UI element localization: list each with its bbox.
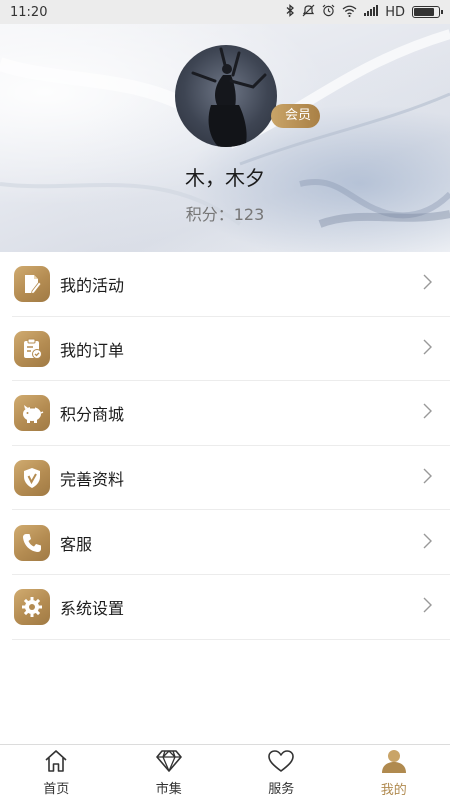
status-bar: 11:20 HD bbox=[0, 0, 450, 24]
status-icons: HD bbox=[286, 4, 443, 20]
nav-tab-market[interactable]: 市集 bbox=[113, 745, 226, 800]
chevron-right-icon bbox=[423, 339, 432, 359]
menu-item-label: 系统设置 bbox=[60, 599, 125, 619]
menu-item-label: 我的订单 bbox=[60, 340, 125, 360]
network-type: HD bbox=[385, 4, 405, 20]
order-icon bbox=[14, 330, 50, 367]
wifi-icon bbox=[342, 5, 357, 20]
menu-list: 我的活动 我的订单 积分商城 完善资料 客服 系统设置 bbox=[0, 252, 450, 640]
menu-item-complete-profile[interactable]: 完善资料 bbox=[0, 446, 450, 511]
alarm-icon bbox=[322, 4, 335, 20]
status-time: 11:20 bbox=[10, 4, 48, 20]
menu-item-label: 积分商城 bbox=[60, 405, 125, 425]
menu-item-label: 我的活动 bbox=[60, 276, 125, 296]
activity-icon bbox=[14, 266, 50, 303]
shield-check-icon bbox=[14, 460, 50, 497]
battery-icon bbox=[412, 6, 443, 18]
menu-item-my-activities[interactable]: 我的活动 bbox=[0, 252, 450, 317]
nav-label: 我的 bbox=[380, 782, 407, 798]
menu-item-customer-service[interactable]: 客服 bbox=[0, 510, 450, 575]
mute-icon bbox=[302, 4, 315, 20]
menu-item-system-settings[interactable]: 系统设置 bbox=[0, 575, 450, 640]
chevron-right-icon bbox=[423, 597, 432, 617]
menu-item-label: 完善资料 bbox=[60, 470, 125, 490]
menu-item-my-orders[interactable]: 我的订单 bbox=[0, 317, 450, 382]
nav-tab-home[interactable]: 首页 bbox=[0, 745, 113, 800]
chevron-right-icon bbox=[423, 403, 432, 423]
user-icon bbox=[380, 748, 408, 778]
heart-icon bbox=[267, 749, 295, 777]
profile-header: 会员 木，木夕 积分：123 bbox=[0, 24, 450, 252]
gear-icon bbox=[14, 589, 50, 626]
piggy-bank-icon bbox=[14, 395, 50, 432]
diamond-icon bbox=[155, 749, 183, 777]
user-name: 木，木夕 bbox=[185, 166, 265, 190]
dancer-photo bbox=[191, 47, 267, 147]
avatar[interactable] bbox=[175, 45, 277, 147]
menu-item-points-mall[interactable]: 积分商城 bbox=[0, 381, 450, 446]
menu-item-label: 客服 bbox=[60, 534, 93, 554]
nav-label: 首页 bbox=[43, 781, 70, 797]
home-icon bbox=[43, 749, 69, 777]
chevron-right-icon bbox=[423, 274, 432, 294]
signal-icon bbox=[364, 5, 379, 19]
member-badge: 会员 bbox=[271, 104, 321, 128]
nav-tab-services[interactable]: 服务 bbox=[225, 745, 338, 800]
phone-icon bbox=[14, 524, 50, 561]
chevron-right-icon bbox=[423, 533, 432, 553]
points-balance: 积分：123 bbox=[185, 205, 265, 224]
bottom-nav: 首页 市集 服务 我的 bbox=[0, 744, 450, 800]
chevron-right-icon bbox=[423, 468, 432, 488]
nav-label: 市集 bbox=[155, 781, 182, 797]
bluetooth-icon bbox=[286, 4, 295, 20]
nav-tab-mine[interactable]: 我的 bbox=[338, 745, 450, 800]
nav-label: 服务 bbox=[268, 781, 295, 797]
